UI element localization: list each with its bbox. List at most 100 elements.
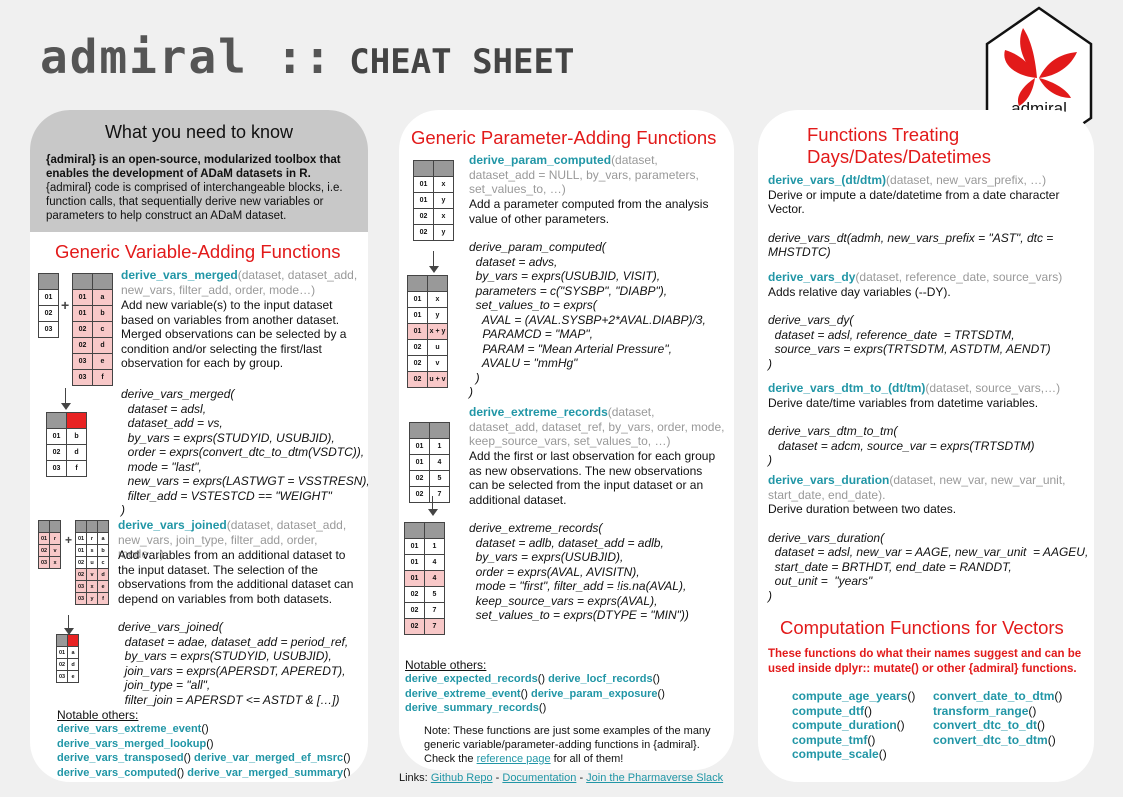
joined-add-table: 01 r a 01 s b 02 u c 02 v d 03 x e 03 y f <box>75 520 109 605</box>
args: (dataset, source_vars,…) <box>925 381 1061 395</box>
intro-box: What you need to know {admiral} is an op… <box>30 110 368 232</box>
table-header-cell <box>38 520 50 533</box>
table-row: 03 f <box>72 369 113 386</box>
desc: Adds relative day variables (--DY). <box>768 284 951 299</box>
table-header-cell <box>409 422 430 439</box>
table-cell: a <box>92 289 113 306</box>
fn-derive-vars-dtm-to[interactable]: derive_vars_dtm_to_(dt/tm) <box>768 381 925 395</box>
extreme-result-table: 01 1 01 4 01 4 02 5 02 7 02 7 <box>404 522 445 635</box>
notable-function-link[interactable]: derive_extreme_event <box>405 688 521 700</box>
joined-desc: Add variables from an additional dataset… <box>118 548 354 606</box>
notable-function-link[interactable]: derive_var_merged_ef_msrc <box>194 752 343 764</box>
table-cell: x <box>427 291 448 308</box>
vector-function-link[interactable]: convert_dtc_to_dtm <box>933 733 1048 747</box>
table-cell: 01 <box>75 532 87 545</box>
paren: () <box>652 673 660 685</box>
notable-function-link[interactable]: derive_param_exposure <box>531 688 658 700</box>
note-text-end: for all of them! <box>553 753 624 765</box>
intro-title: What you need to know <box>104 122 294 142</box>
table-cell: x <box>49 556 61 569</box>
vector-function: compute_scale() <box>792 747 915 762</box>
table-header-cell <box>427 275 448 292</box>
table-cell: 02 <box>56 658 68 671</box>
paren: () <box>343 766 351 779</box>
github-link[interactable]: Github Repo <box>431 772 493 784</box>
title-sheet: CHEAT SHEET <box>349 42 575 82</box>
merged-desc: Add new variable(s) to the input dataset… <box>121 298 347 370</box>
vector-function-link[interactable]: transform_range <box>933 704 1028 718</box>
table-cell: 5 <box>429 470 450 487</box>
vectors-subtitle: These functions do what their names sugg… <box>768 648 1082 675</box>
table-cell: v <box>86 568 98 581</box>
notable-line: derive_extreme_event () derive_param_expo… <box>405 687 725 702</box>
notable-line: derive_vars_transposed() derive_var_merg… <box>57 751 367 766</box>
paren: () <box>1028 703 1037 718</box>
fn-derive-vars-dt-dtm[interactable]: derive_vars_(dt/dtm) <box>768 173 886 187</box>
computed-input-table: 01 x 01 y 02 x 02 y <box>413 160 454 241</box>
fn-derive-vars-joined[interactable]: derive_vars_joined <box>118 518 227 532</box>
table-cell: x <box>433 176 454 193</box>
links-dash: - <box>579 772 584 784</box>
table-row: 02 7 <box>404 602 445 619</box>
notable-function-link[interactable]: derive_vars_extreme_event <box>57 723 201 735</box>
extreme-input-table: 01 1 01 4 02 5 02 7 <box>409 422 450 503</box>
paren: () <box>537 673 549 685</box>
notable-function-link[interactable]: derive_summary_records <box>405 702 539 714</box>
notable-function-link[interactable]: derive_vars_merged_lookup <box>57 738 206 750</box>
vector-function-link[interactable]: compute_duration <box>792 718 897 732</box>
table-row: 03 x e <box>75 580 109 593</box>
table-cell: 02 <box>72 321 93 338</box>
table-row: 01 a <box>56 646 79 659</box>
table-header-cell <box>46 412 67 429</box>
vector-function-link[interactable]: convert_date_to_dtm <box>933 689 1054 703</box>
desc: Derive duration between two dates. <box>768 502 957 516</box>
table-cell: s <box>86 544 98 557</box>
table-cell: f <box>92 369 113 386</box>
fn-derive-extreme-records[interactable]: derive_extreme_records <box>469 405 608 419</box>
fn-derive-vars-merged[interactable]: derive_vars_merged <box>121 268 238 282</box>
paren: () <box>1037 718 1046 732</box>
vector-function-link[interactable]: compute_age_years <box>792 689 907 703</box>
notable-function-link[interactable]: derive_vars_transposed <box>57 752 184 764</box>
documentation-link[interactable]: Documentation <box>502 772 576 784</box>
code: derive_vars_dy( dataset = adsl, referenc… <box>768 313 1051 371</box>
vector-function-link[interactable]: convert_dtc_to_dt <box>933 718 1037 732</box>
table-cell: 1 <box>429 438 450 455</box>
notable-function-link[interactable]: derive_vars_crit_flag <box>151 781 261 782</box>
table-row: 01 x + y <box>407 323 448 340</box>
fn-derive-param-computed[interactable]: derive_param_computed <box>469 153 611 167</box>
plus-icon: + <box>61 297 70 313</box>
reference-page-link[interactable]: reference page <box>477 753 551 765</box>
slack-link[interactable]: Join the Pharmaverse Slack <box>586 772 723 784</box>
merged-code: derive_vars_merged( dataset = adsl, data… <box>121 387 368 517</box>
notable-function-link[interactable]: derive_var_merged_summary <box>187 767 343 779</box>
notable-function-link[interactable]: derive_expected_records <box>405 673 538 685</box>
vector-function-link[interactable]: compute_tmf <box>792 733 867 747</box>
notable-function-link[interactable]: derive_locf_records <box>548 673 653 685</box>
joined-input-table: 01 r 02 v 03 x <box>38 520 61 569</box>
table-cell: r <box>49 532 61 545</box>
vector-function-link[interactable]: compute_scale <box>792 747 879 761</box>
paren: () <box>657 687 665 700</box>
links-prefix: Links: <box>399 772 428 784</box>
table-row: 01 a <box>72 289 113 306</box>
paren: () <box>864 703 872 718</box>
notable-function-link[interactable]: derive_vars_cat <box>57 781 140 782</box>
table-header-cell <box>404 522 425 539</box>
table-row: 03 f <box>46 460 87 477</box>
fn-derive-vars-duration[interactable]: derive_vars_duration <box>768 473 889 487</box>
vector-function-link[interactable]: compute_dtf <box>792 704 864 718</box>
table-cell: 01 <box>75 544 87 557</box>
gpa-notable-title: Notable others: <box>405 658 487 672</box>
table-row: 01 1 <box>409 438 450 455</box>
vector-function: compute_dtf() <box>792 704 915 719</box>
notable-function-link[interactable]: derive_vars_computed <box>57 767 177 779</box>
args: (dataset, reference_date, source_vars) <box>855 270 1063 284</box>
computed-code: derive_param_computed( dataset = advs, b… <box>469 240 706 399</box>
table-row: 01 r a <box>75 532 109 545</box>
arrow-down-icon <box>60 388 71 410</box>
paren: () <box>867 732 876 747</box>
fn-derive-vars-dy[interactable]: derive_vars_dy <box>768 270 855 284</box>
table-cell: 02 <box>38 305 59 322</box>
extreme-code: derive_extreme_records( dataset = adlb, … <box>469 521 689 622</box>
